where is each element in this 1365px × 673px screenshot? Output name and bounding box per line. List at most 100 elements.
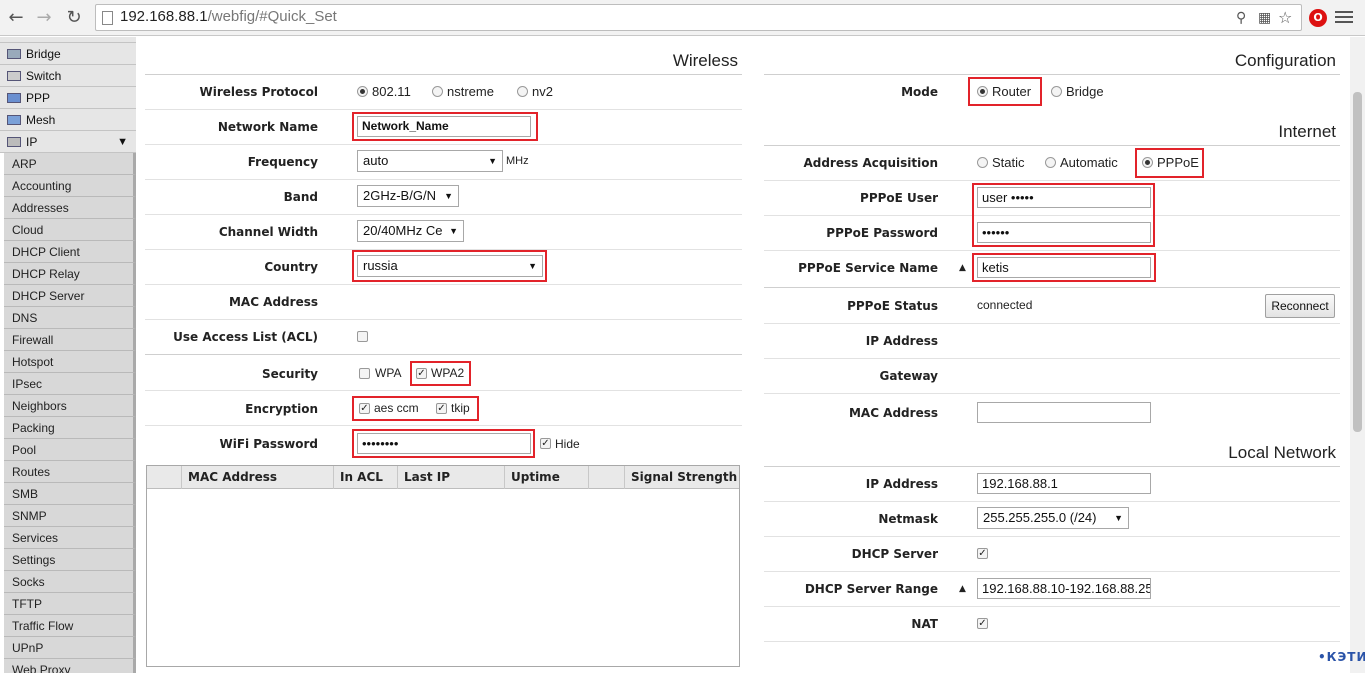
key-icon[interactable]: ⚲ bbox=[1236, 10, 1246, 26]
scrollbar-thumb[interactable] bbox=[1353, 92, 1362, 432]
sidebar-subitem-tftp[interactable]: TFTP bbox=[4, 593, 136, 615]
dhcp-server-checkbox[interactable]: ✓ bbox=[977, 548, 988, 559]
sidebar-subitem-dhcp-server[interactable]: DHCP Server bbox=[4, 285, 136, 307]
reload-icon[interactable]: ↻ bbox=[62, 6, 86, 30]
sidebar-subitem-dhcp-relay[interactable]: DHCP Relay bbox=[4, 263, 136, 285]
security-wpa-checkbox[interactable] bbox=[359, 368, 370, 379]
sidebar-item-switch[interactable]: Switch bbox=[0, 65, 136, 87]
security-wpa-label: WPA bbox=[375, 366, 402, 380]
wireless-protocol-label: Wireless Protocol bbox=[199, 85, 318, 99]
sidebar-subitem-arp[interactable]: ARP bbox=[4, 153, 136, 175]
browser-toolbar: ← → ↻ 192.168.88.1/webfig/#Quick_Set ⚲ ▦… bbox=[0, 0, 1365, 36]
protocol-nstreme-radio[interactable] bbox=[432, 86, 443, 97]
table-header: MAC Address In ACL Last IP Uptime Signal… bbox=[147, 466, 739, 489]
band-label: Band bbox=[283, 190, 318, 204]
column-header-in-acl[interactable]: In ACL bbox=[333, 466, 397, 489]
protocol-nstreme-label: nstreme bbox=[447, 84, 494, 99]
sidebar-subitem-packing[interactable]: Packing bbox=[4, 417, 136, 439]
mode-label: Mode bbox=[901, 85, 938, 99]
dhcp-server-label: DHCP Server bbox=[851, 547, 938, 561]
internet-section-title: Internet bbox=[1278, 122, 1336, 141]
sidebar-subitem-neighbors[interactable]: Neighbors bbox=[4, 395, 136, 417]
acl-label: Use Access List (ACL) bbox=[173, 330, 318, 344]
collapse-triangle-icon[interactable]: ▲ bbox=[959, 263, 966, 273]
column-header-mac[interactable]: MAC Address bbox=[181, 466, 333, 489]
nat-checkbox[interactable]: ✓ bbox=[977, 618, 988, 629]
sidebar-subitem-web-proxy[interactable]: Web Proxy bbox=[4, 659, 136, 673]
highlight-box bbox=[410, 361, 471, 386]
ip-submenu: ARP Accounting Addresses Cloud DHCP Client DH… bbox=[0, 153, 136, 673]
wifi-password-label: WiFi Password bbox=[219, 437, 318, 451]
divider bbox=[145, 109, 742, 110]
reconnect-button[interactable]: Reconnect bbox=[1265, 294, 1335, 318]
sidebar-subitem-smb[interactable]: SMB bbox=[4, 483, 136, 505]
sidebar-subitem-dns[interactable]: DNS bbox=[4, 307, 136, 329]
divider bbox=[145, 214, 742, 215]
sidebar-subitem-traffic-flow[interactable]: Traffic Flow bbox=[4, 615, 136, 637]
protocol-nv2-radio[interactable] bbox=[517, 86, 528, 97]
band-select[interactable]: 2GHz-B/G/N ▼ bbox=[357, 185, 459, 207]
sidebar-subitem-snmp[interactable]: SNMP bbox=[4, 505, 136, 527]
security-label: Security bbox=[261, 367, 318, 381]
sidebar-subitem-services[interactable]: Services bbox=[4, 527, 136, 549]
extension-icon[interactable]: O bbox=[1309, 9, 1327, 27]
hide-password-checkbox[interactable]: ✓ bbox=[540, 438, 551, 449]
scrollbar[interactable] bbox=[1350, 37, 1365, 673]
column-header-blank[interactable] bbox=[588, 466, 624, 489]
mode-bridge-label: Bridge bbox=[1066, 84, 1104, 99]
translate-icon[interactable]: ▦ bbox=[1258, 10, 1271, 26]
sidebar-subitem-socks[interactable]: Socks bbox=[4, 571, 136, 593]
frequency-select[interactable]: auto ▼ bbox=[357, 150, 503, 172]
channel-width-label: Channel Width bbox=[218, 225, 318, 239]
nat-label: NAT bbox=[911, 617, 938, 631]
channel-width-select[interactable]: 20/40MHz Ce ▼ bbox=[357, 220, 464, 242]
back-icon[interactable]: ← bbox=[4, 6, 28, 30]
sidebar-item-bridge[interactable]: Bridge bbox=[0, 43, 136, 65]
gateway-label: Gateway bbox=[879, 369, 938, 383]
forward-icon[interactable]: → bbox=[32, 6, 56, 30]
divider bbox=[764, 287, 1340, 288]
sidebar-subitem-cloud[interactable]: Cloud bbox=[4, 219, 136, 241]
sidebar-subitem-addresses[interactable]: Addresses bbox=[4, 197, 136, 219]
pppoe-user-label: PPPoE User bbox=[860, 191, 938, 205]
sidebar-subitem-ipsec[interactable]: IPsec bbox=[4, 373, 136, 395]
sidebar-item-ppp[interactable]: PPP bbox=[0, 87, 136, 109]
sidebar-item-ip[interactable]: IP ▼ bbox=[0, 131, 136, 153]
sidebar-subitem-upnp[interactable]: UPnP bbox=[4, 637, 136, 659]
acq-automatic-label: Automatic bbox=[1060, 155, 1118, 170]
internet-mac-input[interactable] bbox=[977, 402, 1151, 423]
highlight-box bbox=[352, 396, 479, 421]
divider bbox=[764, 641, 1340, 642]
highlight-box bbox=[352, 429, 535, 458]
column-header-last-ip[interactable]: Last IP bbox=[397, 466, 504, 489]
internet-ip-label: IP Address bbox=[865, 334, 938, 348]
chevron-down-icon: ▼ bbox=[449, 226, 458, 236]
local-ip-input[interactable]: 192.168.88.1 bbox=[977, 473, 1151, 494]
sidebar-subitem-firewall[interactable]: Firewall bbox=[4, 329, 136, 351]
netmask-select[interactable]: 255.255.255.0 (/24) ▼ bbox=[977, 507, 1129, 529]
menu-icon[interactable] bbox=[1335, 8, 1353, 26]
divider bbox=[145, 390, 742, 391]
sidebar-subitem-dhcp-client[interactable]: DHCP Client bbox=[4, 241, 136, 263]
sidebar-subitem-pool[interactable]: Pool bbox=[4, 439, 136, 461]
wireless-mac-label: MAC Address bbox=[228, 295, 318, 309]
address-bar[interactable]: 192.168.88.1/webfig/#Quick_Set ⚲ ▦ ☆ bbox=[95, 4, 1302, 31]
wireless-section-title: Wireless bbox=[672, 51, 738, 70]
acl-checkbox[interactable] bbox=[357, 331, 368, 342]
sidebar-item-mesh[interactable]: Mesh bbox=[0, 109, 136, 131]
acq-automatic-radio[interactable] bbox=[1045, 157, 1056, 168]
acq-static-radio[interactable] bbox=[977, 157, 988, 168]
bookmark-star-icon[interactable]: ☆ bbox=[1278, 8, 1292, 27]
sidebar-subitem-settings[interactable]: Settings bbox=[4, 549, 136, 571]
pppoe-status-value: connected bbox=[977, 298, 1033, 312]
table-header-select[interactable] bbox=[147, 466, 181, 489]
column-header-uptime[interactable]: Uptime bbox=[504, 466, 588, 489]
dhcp-range-input[interactable]: 192.168.88.10-192.168.88.25 bbox=[977, 578, 1151, 599]
sidebar-subitem-accounting[interactable]: Accounting bbox=[4, 175, 136, 197]
protocol-80211-radio[interactable] bbox=[357, 86, 368, 97]
collapse-triangle-icon[interactable]: ▲ bbox=[959, 584, 966, 594]
sidebar-subitem-hotspot[interactable]: Hotspot bbox=[4, 351, 136, 373]
mode-bridge-radio[interactable] bbox=[1051, 86, 1062, 97]
column-header-signal[interactable]: Signal Strength bbox=[624, 466, 739, 489]
sidebar-subitem-routes[interactable]: Routes bbox=[4, 461, 136, 483]
